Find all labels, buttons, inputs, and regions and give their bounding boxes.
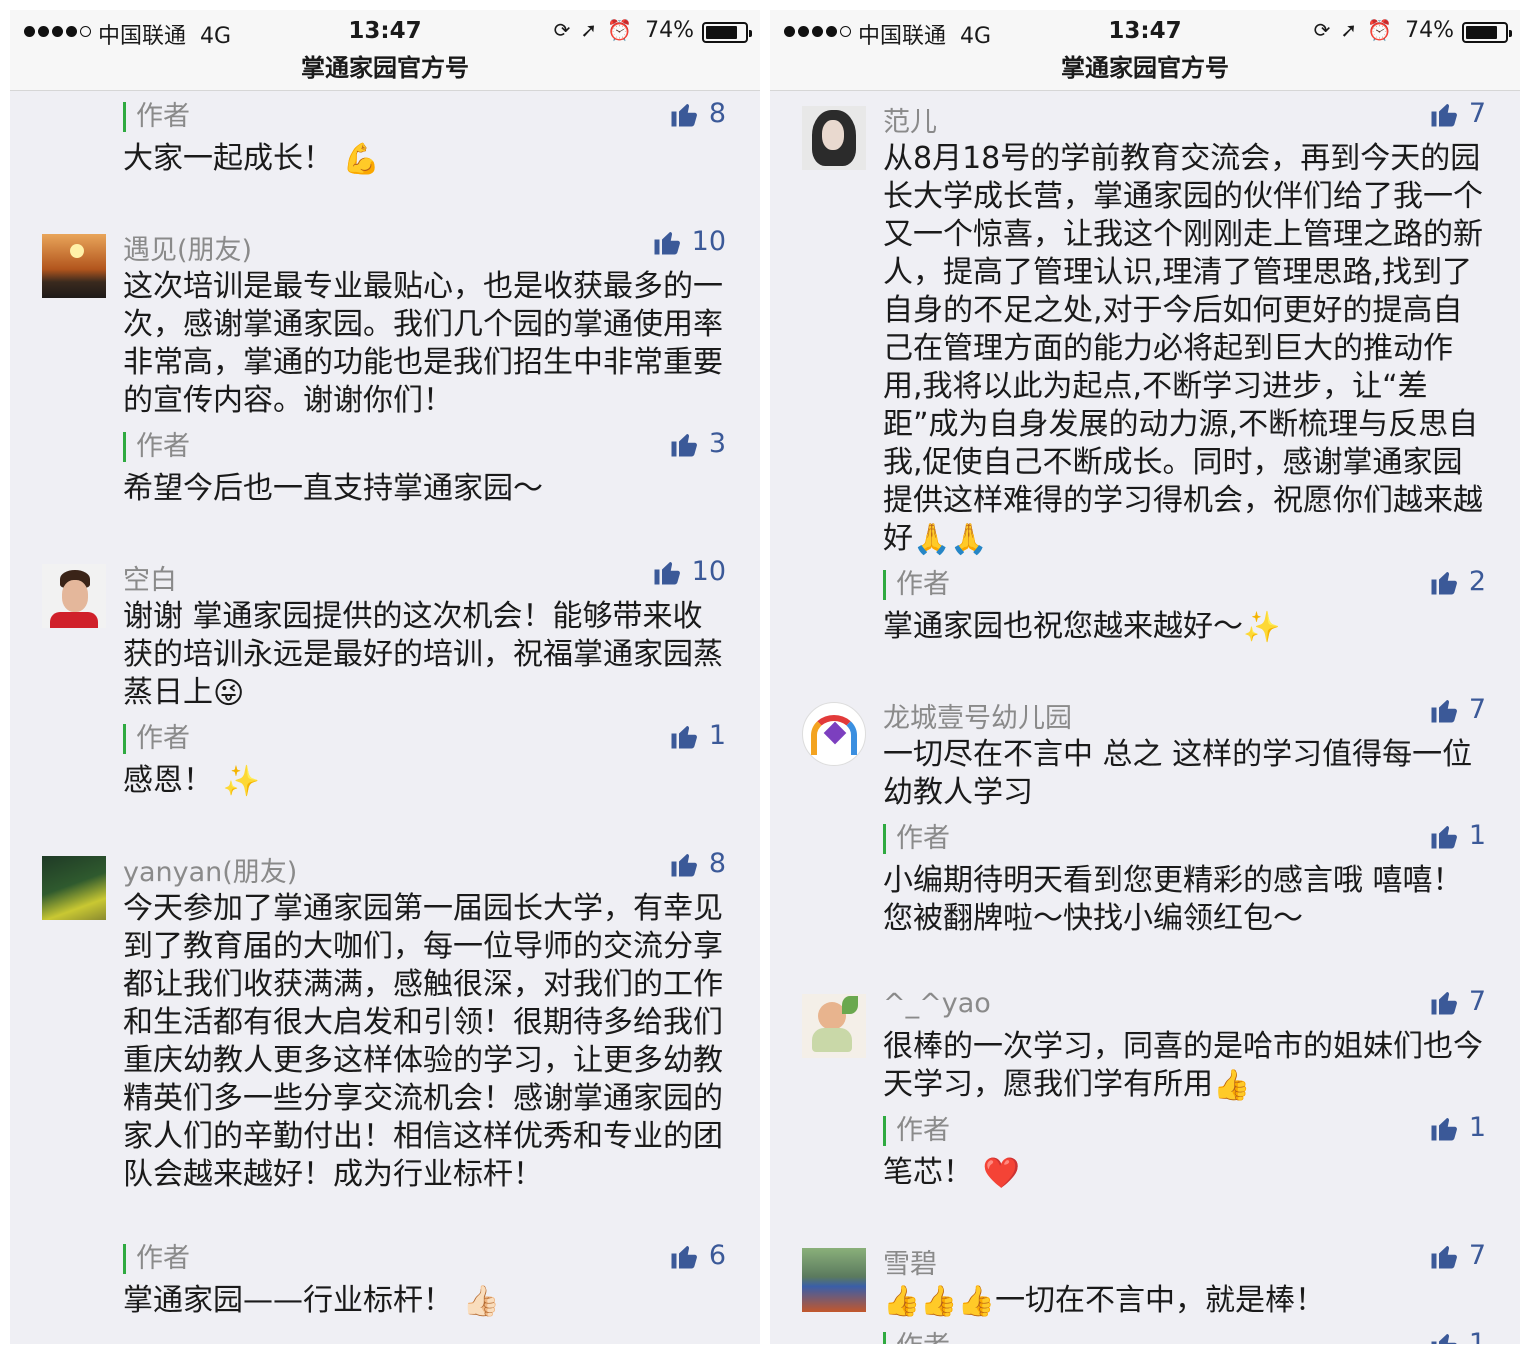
alarm-icon: ⏰ [1367, 18, 1392, 42]
like-button[interactable]: 7 [1429, 694, 1486, 725]
thumbs-up-icon [1431, 1117, 1457, 1140]
thumbs-up-icon [654, 231, 680, 254]
commenter-name[interactable]: ^_^yao [883, 988, 991, 1019]
comment-text: 今天参加了掌通家园第一届园长大学，有幸见到了教育届的大咖们，每一位导师的交流分享… [123, 891, 723, 1192]
like-button[interactable]: 7 [1429, 986, 1486, 1017]
avatar[interactable] [802, 106, 866, 170]
red-heart-emoji-icon: ❤️ [982, 1155, 1020, 1191]
page-title: 掌通家园官方号 [301, 54, 469, 82]
commenter-name[interactable]: 遇见(朋友) [123, 228, 252, 267]
author-like-button[interactable]: 1 [669, 720, 726, 751]
author-label: 作者 [883, 1332, 950, 1344]
thumbs-up-icon [1431, 1245, 1457, 1268]
comment-text: 从8月18号的学前教育交流会，再到今天的园长大学成长营，掌通家园的伙伴们给了我一… [883, 141, 1483, 557]
author-label: 作者 [123, 724, 190, 754]
status-bar: 中国联通 4G 13:47 ⟳ ➚ ⏰ 74% [10, 18, 760, 49]
thumbs-up-icon [1431, 699, 1457, 722]
author-like-button[interactable]: 2 [1429, 566, 1486, 597]
thumbs-up-icon [1431, 103, 1457, 126]
folded-hands-emoji-icon: 🙏🙏 [913, 521, 988, 557]
author-label: 作者 [123, 432, 190, 462]
author-reply-text: 大家一起成长！ 💪 [123, 141, 380, 177]
top-bar: 中国联通 4G 13:47 ⟳ ➚ ⏰ 74% 掌通家园官方号 [770, 10, 1520, 91]
top-bar: 中国联通 4G 13:47 ⟳ ➚ ⏰ 74% 掌通家园官方号 [10, 10, 760, 91]
thumbs-up-emoji-icon: 👍👍👍 [883, 1283, 996, 1319]
battery-percent: 74% [1405, 18, 1454, 43]
thumbs-up-icon [671, 433, 697, 456]
left-screenshot: 中国联通 4G 13:47 ⟳ ➚ ⏰ 74% 掌通家园官方号 作者 8 大家一… [10, 10, 760, 1344]
author-label: 作者 [123, 102, 190, 132]
location-icon: ➚ [1340, 18, 1358, 42]
status-bar: 中国联通 4G 13:47 ⟳ ➚ ⏰ 74% [770, 18, 1520, 49]
author-reply-text: 小编期待明天看到您更精彩的感言哦 嘻嘻！您被翻牌啦～快找小编领红包～ [883, 863, 1463, 936]
like-button[interactable]: 7 [1429, 1240, 1486, 1271]
commenter-name[interactable]: 空白 [123, 558, 177, 597]
status-icons: ⟳ ➚ ⏰ [1314, 18, 1392, 42]
sparkles-emoji-icon: ✨ [222, 763, 260, 799]
thumbs-up-icon [1431, 1333, 1457, 1344]
thumbs-up-icon [1431, 571, 1457, 594]
author-like-button[interactable]: 1 [1429, 1112, 1486, 1143]
flexed-biceps-emoji-icon: 💪 [342, 141, 380, 177]
author-label: 作者 [123, 1244, 190, 1274]
commenter-name[interactable]: 雪碧 [883, 1242, 937, 1281]
author-like-button[interactable]: 1 [1429, 820, 1486, 851]
comment-text: 这次培训是最专业最贴心，也是收获最多的一次，感谢掌通家园。我们几个园的掌通使用率… [123, 269, 723, 418]
commenter-name[interactable]: 范儿 [883, 100, 937, 139]
thumbs-up-icon [1431, 825, 1457, 848]
author-reply-text: 掌通家园也祝您越来越好～✨ [883, 609, 1281, 645]
battery-icon [1462, 22, 1512, 43]
avatar[interactable] [42, 564, 106, 628]
author-like-button[interactable]: 3 [669, 428, 726, 459]
winking-face-emoji-icon: 😜 [213, 675, 245, 711]
author-reply-text: 掌通家园——行业标杆！ 👍🏻 [123, 1283, 500, 1319]
like-button[interactable]: 8 [669, 848, 726, 879]
like-button[interactable]: 10 [652, 226, 726, 257]
right-screenshot: 中国联通 4G 13:47 ⟳ ➚ ⏰ 74% 掌通家园官方号 范儿 7 从8月… [770, 10, 1520, 1344]
sparkles-emoji-icon: ✨ [1243, 609, 1281, 645]
comment-text: 一切尽在不言中 总之 这样的学习值得每一位幼教人学习 [883, 737, 1473, 810]
author-like-button[interactable]: 1 [1429, 1328, 1486, 1344]
alarm-icon: ⏰ [607, 18, 632, 42]
avatar[interactable] [802, 994, 866, 1058]
battery-percent: 74% [645, 18, 694, 43]
rotation-lock-icon: ⟳ [553, 18, 571, 42]
thumbs-up-emoji-icon: 👍🏻 [462, 1283, 500, 1319]
commenter-name[interactable]: 龙城壹号幼儿园 [883, 696, 1072, 735]
rotation-lock-icon: ⟳ [1313, 18, 1331, 42]
location-icon: ➚ [580, 18, 598, 42]
thumbs-up-icon [1431, 991, 1457, 1014]
author-reply-text: 笔芯！ ❤️ [883, 1155, 1020, 1191]
avatar[interactable] [802, 1248, 866, 1312]
author-reply-text: 感恩！ ✨ [123, 763, 260, 799]
thumbs-up-icon [671, 1245, 697, 1268]
comment-text: 谢谢 掌通家园提供的这次机会！能够带来收获的培训永远是最好的培训，祝福掌通家园蒸… [123, 599, 723, 711]
author-label: 作者 [883, 570, 950, 600]
avatar[interactable] [42, 856, 106, 920]
comment-text: 👍👍👍一切在不言中，就是棒！ [883, 1283, 1326, 1319]
author-like-button[interactable]: 6 [669, 1240, 726, 1271]
author-like-button[interactable]: 8 [669, 98, 726, 129]
page-title: 掌通家园官方号 [1061, 54, 1229, 82]
thumbs-up-icon [671, 103, 697, 126]
thumbs-up-emoji-icon: 👍 [1213, 1067, 1251, 1103]
like-button[interactable]: 7 [1429, 98, 1486, 129]
avatar[interactable] [802, 702, 866, 766]
commenter-name[interactable]: yanyan(朋友) [123, 850, 297, 889]
author-reply-text: 希望今后也一直支持掌通家园～ [123, 471, 543, 506]
like-button[interactable]: 10 [652, 556, 726, 587]
battery-icon [702, 22, 752, 43]
thumbs-up-icon [654, 561, 680, 584]
author-label: 作者 [883, 1116, 950, 1146]
avatar[interactable] [42, 234, 106, 298]
thumbs-up-icon [671, 853, 697, 876]
thumbs-up-icon [671, 725, 697, 748]
comment-text: 很棒的一次学习，同喜的是哈市的姐妹们也今天学习，愿我们学有所用👍 [883, 1029, 1483, 1103]
status-icons: ⟳ ➚ ⏰ [554, 18, 632, 42]
author-label: 作者 [883, 824, 950, 854]
